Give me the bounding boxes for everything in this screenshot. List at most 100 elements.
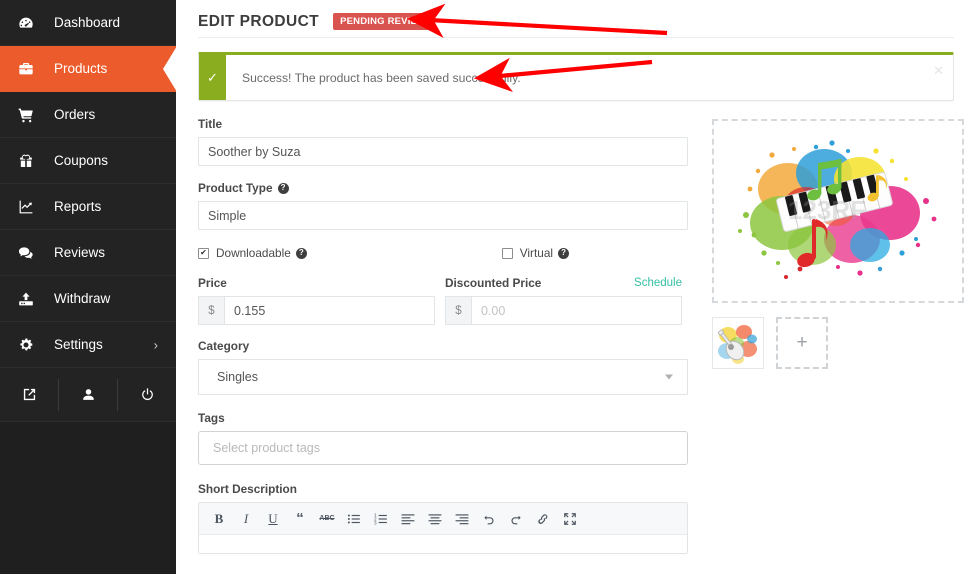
add-image-button[interactable]: +: [776, 317, 828, 369]
discounted-price-input-group: $: [445, 296, 682, 325]
close-icon[interactable]: ✕: [933, 64, 944, 77]
svg-text:3: 3: [374, 520, 377, 525]
discounted-price-input[interactable]: [471, 296, 682, 325]
sidebar-footer: [0, 368, 176, 422]
help-icon[interactable]: ?: [558, 247, 570, 259]
price-input-group: $: [198, 296, 435, 325]
blockquote-icon[interactable]: “: [288, 507, 312, 531]
title-label: Title: [198, 117, 223, 131]
external-link-icon[interactable]: [0, 379, 58, 411]
align-left-icon[interactable]: [396, 507, 420, 531]
sidebar-item-products[interactable]: Products: [0, 46, 177, 92]
chevron-down-icon: [665, 374, 673, 380]
discounted-price-block: Discounted Price Schedule $: [445, 276, 682, 325]
sidebar-item-coupons[interactable]: Coupons: [0, 138, 176, 184]
success-alert: ✓ Success! The product has been saved su…: [198, 52, 954, 101]
check-icon: ✓: [199, 55, 226, 100]
briefcase-icon: [18, 59, 44, 79]
upload-icon: [18, 289, 44, 309]
gallery-thumbnails: +: [712, 317, 964, 369]
chevron-right-icon: ›: [153, 337, 158, 352]
sidebar-item-label: Dashboard: [54, 15, 121, 30]
tags-input[interactable]: Select product tags: [198, 431, 688, 465]
sidebar-item-label: Reviews: [54, 245, 106, 260]
product-gallery: 123RF +: [694, 117, 964, 554]
cart-icon: [18, 105, 44, 125]
sidebar-item-dashboard[interactable]: Dashboard: [0, 0, 176, 46]
product-form: Title Product Type ? Downloadable ? Vi: [198, 117, 694, 554]
sidebar-item-orders[interactable]: Orders: [0, 92, 176, 138]
product-type-input[interactable]: [198, 201, 688, 230]
price-label: Price: [198, 276, 227, 290]
category-select[interactable]: Singles: [198, 359, 688, 395]
featured-image-dropzone[interactable]: 123RF: [712, 119, 964, 303]
bold-icon[interactable]: B: [207, 507, 231, 531]
power-icon[interactable]: [117, 378, 176, 411]
tags-label: Tags: [198, 411, 225, 425]
price-input[interactable]: [224, 296, 435, 325]
sidebar-item-label: Reports: [54, 199, 102, 214]
currency-symbol: $: [198, 296, 224, 325]
virtual-label: Virtual: [519, 246, 554, 260]
help-icon[interactable]: ?: [295, 247, 307, 259]
user-icon[interactable]: [58, 378, 117, 411]
bullet-list-icon[interactable]: [342, 507, 366, 531]
downloadable-checkbox[interactable]: [198, 247, 209, 259]
product-flags-row: Downloadable ? Virtual ?: [198, 246, 682, 260]
downloadable-label: Downloadable: [216, 246, 291, 260]
product-type-label-text: Product Type: [198, 181, 273, 195]
help-icon[interactable]: ?: [277, 182, 289, 194]
chart-icon: [18, 197, 44, 217]
discounted-price-head: Discounted Price Schedule: [445, 276, 682, 290]
underline-icon[interactable]: U: [261, 507, 285, 531]
thumbnail-image: [714, 319, 762, 367]
fullscreen-icon[interactable]: [558, 507, 582, 531]
sidebar-item-label: Withdraw: [54, 291, 111, 306]
virtual-checkbox[interactable]: [501, 247, 513, 259]
tags-placeholder: Select product tags: [213, 441, 321, 455]
price-head: Price: [198, 276, 435, 290]
svg-text:123RF: 123RF: [788, 195, 866, 225]
discounted-price-label: Discounted Price: [445, 276, 542, 290]
sidebar-item-settings[interactable]: Settings ›: [0, 322, 176, 368]
status-badge: PENDING REVIEW: [333, 13, 434, 30]
sidebar-empty-space: [0, 422, 176, 574]
category-label: Category: [198, 339, 250, 353]
short-description-content[interactable]: [199, 535, 687, 553]
price-row: Price $ Discounted Price Schedule: [198, 276, 682, 325]
price-block: Price $: [198, 276, 435, 325]
schedule-link[interactable]: Schedule: [634, 277, 682, 289]
currency-symbol: $: [445, 296, 471, 325]
editor-toolbar: B I U “ ABC 123: [199, 503, 687, 535]
comment-icon: [18, 243, 44, 263]
sidebar-item-label: Settings: [54, 337, 103, 352]
italic-icon[interactable]: I: [234, 507, 258, 531]
virtual-checkbox-group[interactable]: Virtual ?: [501, 246, 570, 260]
align-right-icon[interactable]: [450, 507, 474, 531]
title-input[interactable]: [198, 137, 688, 166]
numbered-list-icon[interactable]: 123: [369, 507, 393, 531]
form-and-gallery: Title Product Type ? Downloadable ? Vi: [198, 101, 964, 554]
gear-icon: [18, 335, 44, 355]
sidebar-item-reviews[interactable]: Reviews: [0, 230, 176, 276]
sidebar-item-label: Products: [54, 61, 108, 76]
product-type-label: Product Type ?: [198, 181, 682, 195]
gallery-thumbnail[interactable]: [712, 317, 764, 369]
sidebar-item-withdraw[interactable]: Withdraw: [0, 276, 176, 322]
link-icon[interactable]: [531, 507, 555, 531]
short-description-editor: B I U “ ABC 123: [198, 502, 688, 554]
strikethrough-icon[interactable]: ABC: [315, 507, 339, 531]
align-center-icon[interactable]: [423, 507, 447, 531]
downloadable-checkbox-group[interactable]: Downloadable ?: [198, 246, 307, 260]
sidebar-item-reports[interactable]: Reports: [0, 184, 176, 230]
redo-icon[interactable]: [504, 507, 528, 531]
main-content: EDIT PRODUCT PENDING REVIEW ✓ Success! T…: [176, 0, 976, 574]
sidebar-item-label: Orders: [54, 107, 96, 122]
dashboard-icon: [18, 13, 44, 33]
short-description-label: Short Description: [198, 482, 297, 496]
edit-product-page: Dashboard Products Orders Coupons Report: [0, 0, 976, 574]
alert-message: Success! The product has been saved succ…: [242, 70, 521, 85]
sidebar-item-label: Coupons: [54, 153, 109, 168]
page-header: EDIT PRODUCT PENDING REVIEW: [198, 0, 954, 38]
undo-icon[interactable]: [477, 507, 501, 531]
